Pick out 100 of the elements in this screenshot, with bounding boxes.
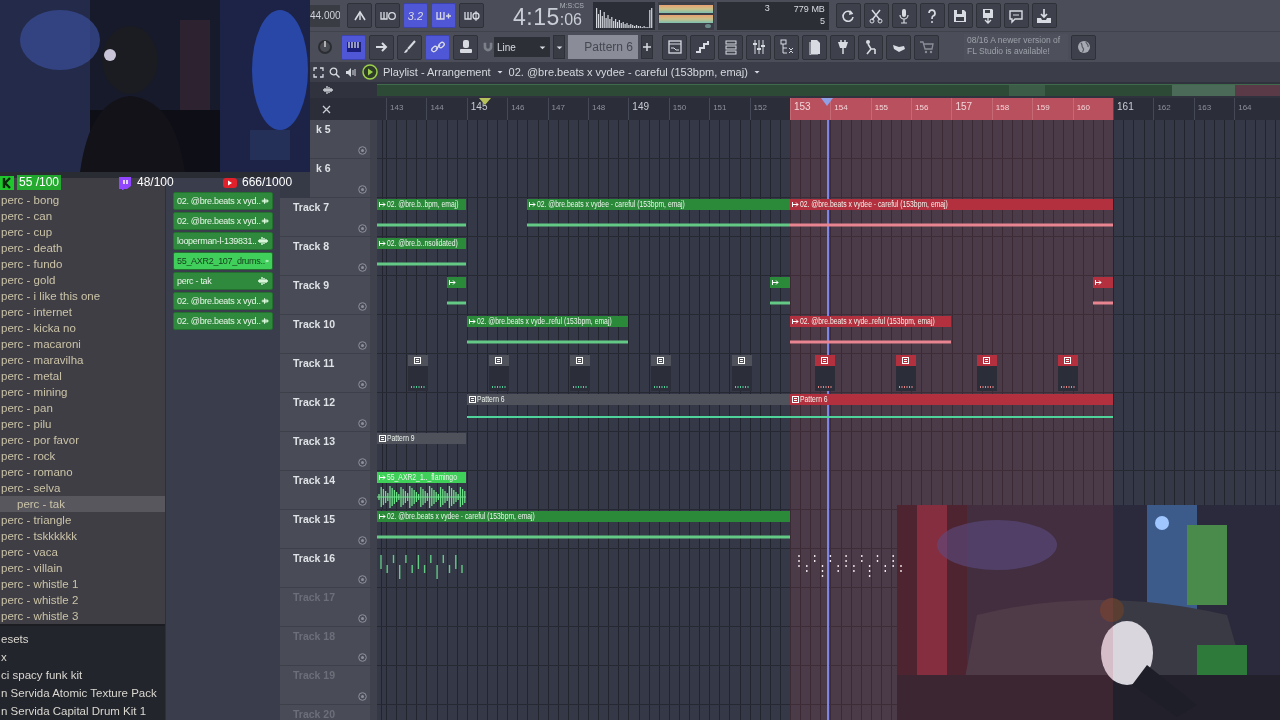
- pattern-clip[interactable]: [896, 355, 916, 391]
- browser-item[interactable]: perc - fundo: [0, 256, 165, 272]
- browser-item[interactable]: perc - can: [0, 208, 165, 224]
- track-header[interactable]: Track 12: [280, 393, 377, 432]
- toolbar-button[interactable]: [830, 34, 855, 60]
- browser-item[interactable]: perc - macaroni: [0, 336, 165, 352]
- browser-item[interactable]: perc - death: [0, 240, 165, 256]
- pattern-clip[interactable]: [570, 355, 590, 391]
- browser-item[interactable]: perc - selva: [0, 480, 165, 496]
- browser-folder[interactable]: esets: [0, 630, 165, 648]
- mute-toggle[interactable]: [358, 692, 367, 701]
- browser-folder[interactable]: x: [0, 648, 165, 666]
- toolbar-button[interactable]: [863, 3, 889, 28]
- toolbar-button[interactable]: [690, 34, 715, 60]
- add-pattern-button[interactable]: [641, 35, 653, 59]
- browser-item[interactable]: perc - pan: [0, 400, 165, 416]
- browser-folder[interactable]: ci spacy funk kit: [0, 666, 165, 684]
- browser-item[interactable]: perc - triangle: [0, 512, 165, 528]
- track-header[interactable]: Track 11: [280, 354, 377, 393]
- pattern-clip[interactable]: [408, 355, 428, 391]
- track-header[interactable]: Track 16: [280, 549, 377, 588]
- track-header[interactable]: Track 8: [280, 237, 377, 276]
- pattern-clip[interactable]: [489, 355, 509, 391]
- pattern-clip[interactable]: [977, 355, 997, 391]
- clip-picker-item[interactable]: 02. @bre.beats x vyd..: [173, 212, 273, 230]
- mute-toggle[interactable]: [358, 302, 367, 311]
- mute-toggle[interactable]: [358, 263, 367, 272]
- browser-item[interactable]: perc - bong: [0, 192, 165, 208]
- browser-item[interactable]: perc - mining: [0, 384, 165, 400]
- toolbar-button[interactable]: [341, 34, 366, 60]
- toolbar-button[interactable]: [858, 34, 883, 60]
- toolbar-button[interactable]: [975, 3, 1001, 28]
- toolbar-button[interactable]: [369, 34, 394, 60]
- browser-item[interactable]: perc - internet: [0, 304, 165, 320]
- browser-item[interactable]: perc - metal: [0, 368, 165, 384]
- toolbar-button[interactable]: [459, 3, 484, 28]
- clip-picker-item[interactable]: 02. @bre.beats x vyd..: [173, 292, 273, 310]
- toolbar-button[interactable]: [746, 34, 771, 60]
- clip-picker-item[interactable]: 02. @bre.beats x vyd..: [173, 312, 273, 330]
- clip-picker-item[interactable]: 55_AXR2_107_drums..: [173, 252, 273, 270]
- mute-toggle[interactable]: [358, 497, 367, 506]
- toolbar-button[interactable]: [425, 34, 450, 60]
- browser-item[interactable]: perc - gold: [0, 272, 165, 288]
- mute-toggle[interactable]: [358, 380, 367, 389]
- toolbar-button[interactable]: [718, 34, 743, 60]
- toolbar-button[interactable]: [662, 34, 687, 60]
- mute-toggle[interactable]: [358, 614, 367, 623]
- pattern-clip[interactable]: [815, 355, 835, 391]
- mute-toggle[interactable]: [358, 146, 367, 155]
- track-header[interactable]: Track 7: [280, 198, 377, 237]
- toolbar-button[interactable]: 3.2: [403, 3, 428, 28]
- track-header[interactable]: Track 9: [280, 276, 377, 315]
- browser-item[interactable]: perc - whistle 1: [0, 576, 165, 592]
- browser-item[interactable]: perc - cup: [0, 224, 165, 240]
- track-header[interactable]: Track 13: [280, 432, 377, 471]
- toolbar-button[interactable]: [1003, 3, 1029, 28]
- browser-item[interactable]: perc - pilu: [0, 416, 165, 432]
- track-header[interactable]: k 6: [310, 159, 377, 198]
- track-header[interactable]: k 5: [310, 120, 377, 159]
- browser-folder[interactable]: n Servida Capital Drum Kit 1: [0, 702, 165, 720]
- toolbar-button[interactable]: [947, 3, 973, 28]
- browser-item[interactable]: perc - por favor: [0, 432, 165, 448]
- mute-toggle[interactable]: [358, 653, 367, 662]
- browser-item[interactable]: perc - vaca: [0, 544, 165, 560]
- toolbar-button[interactable]: [886, 34, 911, 60]
- mute-toggle[interactable]: [358, 458, 367, 467]
- clip-picker-item[interactable]: 02. @bre.beats x vyd..: [173, 192, 273, 210]
- pattern-clip[interactable]: [1058, 355, 1078, 391]
- caret-button[interactable]: [553, 35, 565, 59]
- toolbar-button[interactable]: [919, 3, 945, 28]
- toolbar-button[interactable]: [774, 34, 799, 60]
- mute-toggle[interactable]: [358, 185, 367, 194]
- track-header[interactable]: Track 14: [280, 471, 377, 510]
- toolbar-button[interactable]: [453, 34, 478, 60]
- browser-item[interactable]: perc - villain: [0, 560, 165, 576]
- toolbar-button[interactable]: [835, 3, 861, 28]
- toolbar-button[interactable]: [397, 34, 422, 60]
- mute-toggle[interactable]: [358, 536, 367, 545]
- toolbar-button[interactable]: [1071, 34, 1096, 60]
- toolbar-button[interactable]: [802, 34, 827, 60]
- track-header[interactable]: Track 10: [280, 315, 377, 354]
- browser-item[interactable]: perc - romano: [0, 464, 165, 480]
- toolbar-button[interactable]: [891, 3, 917, 28]
- pattern-clip[interactable]: [651, 355, 671, 391]
- browser-item[interactable]: perc - kicka no: [0, 320, 165, 336]
- browser-folder[interactable]: n Servida Atomic Texture Pack: [0, 684, 165, 702]
- browser-item[interactable]: perc - i like this one: [0, 288, 165, 304]
- volume-knob[interactable]: [316, 38, 334, 56]
- mute-toggle[interactable]: [358, 419, 367, 428]
- browser-item[interactable]: perc - tak: [0, 496, 165, 512]
- mute-toggle[interactable]: [358, 224, 367, 233]
- toolbar-button[interactable]: [375, 3, 400, 28]
- browser-item[interactable]: perc - tskkkkkk: [0, 528, 165, 544]
- browser-item[interactable]: perc - whistle 3: [0, 608, 165, 624]
- toolbar-button[interactable]: [431, 3, 456, 28]
- browser-item[interactable]: perc - rock: [0, 448, 165, 464]
- tempo-display[interactable]: 44.000: [310, 4, 340, 27]
- clip-picker-item[interactable]: looperman-l-139831..: [173, 232, 273, 250]
- mute-toggle[interactable]: [358, 575, 367, 584]
- track-header[interactable]: Track 15: [280, 510, 377, 549]
